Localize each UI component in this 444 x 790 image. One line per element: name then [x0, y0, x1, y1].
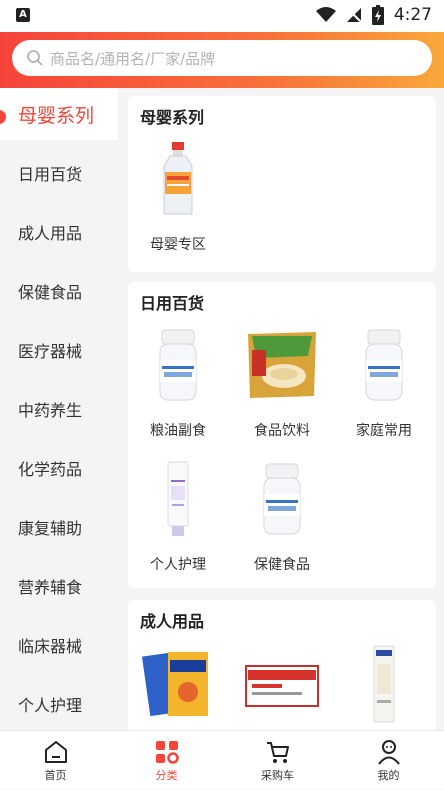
product-cell[interactable]: 母婴专区: [128, 140, 228, 254]
sidebar-item-label: 康复辅助: [18, 518, 83, 538]
sidebar-item-label: 保健食品: [18, 282, 83, 302]
cart-icon: [266, 742, 289, 763]
product-label: 保健食品: [254, 557, 310, 573]
product-cell[interactable]: 保健食品: [232, 460, 332, 574]
category-icon: [155, 741, 179, 764]
profile-icon: [377, 740, 400, 765]
tab-profile[interactable]: 我的: [333, 731, 444, 790]
status-right: 4:27: [315, 5, 432, 25]
tube-image: [167, 461, 189, 536]
sidebar-item-label: 母婴系列: [18, 104, 95, 127]
section-title: 母婴系列: [140, 108, 205, 127]
header: 商品名/通用名/厂家/品牌: [0, 32, 444, 88]
sidebar-item-linchuang[interactable]: 临床器械: [0, 615, 118, 674]
section-title: 成人用品: [140, 612, 205, 631]
search-input[interactable]: 商品名/通用名/厂家/品牌: [12, 40, 432, 76]
sidebar-item-label: 个人护理: [18, 695, 83, 715]
app-badge-icon: A: [16, 8, 30, 22]
product-cell[interactable]: [232, 644, 332, 724]
sidebar-item-yingyang[interactable]: 营养辅食: [0, 556, 118, 615]
section-chengren: 成人用品: [128, 600, 436, 730]
condom-box-image: [141, 651, 208, 717]
product-cell[interactable]: 粮油副食: [128, 326, 228, 440]
section-riyong: 日用百货 粮油副食 食品饮料 家庭常用 个人护理 保健食品: [128, 282, 436, 588]
red-box-image: [245, 665, 319, 707]
sidebar-item-muying[interactable]: 母婴系列: [0, 88, 118, 140]
sidebar-item-riyong[interactable]: 日用百货: [0, 143, 118, 202]
active-indicator: [0, 110, 6, 124]
tab-cart[interactable]: 采购车: [222, 731, 333, 790]
sidebar-item-label: 日用百货: [18, 164, 83, 184]
sidebar-item-baojian[interactable]: 保健食品: [0, 261, 118, 320]
pill-bottle-image: [365, 329, 403, 401]
product-cell[interactable]: [128, 644, 228, 724]
home-icon: [44, 741, 67, 763]
tab-label: 分类: [155, 769, 178, 782]
sidebar-item-zhongyao[interactable]: 中药养生: [0, 379, 118, 438]
product-label: 家庭常用: [356, 423, 412, 439]
no-signal-icon: [346, 8, 362, 23]
food-bag-image: [248, 332, 316, 398]
tab-label: 采购车: [261, 769, 294, 782]
section-muying: 母婴系列 母婴专区: [128, 96, 436, 272]
sidebar-item-chengren[interactable]: 成人用品: [0, 202, 118, 261]
product-cell[interactable]: 食品饮料: [232, 326, 332, 440]
search-icon: [27, 50, 43, 66]
product-cell[interactable]: 家庭常用: [334, 326, 434, 440]
pill-bottle-image: [159, 329, 197, 401]
sidebar-item-huaxue[interactable]: 化学药品: [0, 438, 118, 497]
product-label: 母婴专区: [150, 237, 206, 253]
sidebar-item-label: 临床器械: [18, 636, 83, 656]
product-cell[interactable]: 个人护理: [128, 460, 228, 574]
sidebar-item-label: 营养辅食: [18, 577, 83, 597]
product-label: 食品饮料: [254, 423, 310, 439]
search-placeholder: 商品名/通用名/厂家/品牌: [50, 49, 216, 68]
sidebar-item-label: 化学药品: [18, 459, 83, 479]
category-sidebar: 母婴系列 日用百货 成人用品 保健食品 医疗器械 中药养生 化学药品 康复辅助 …: [0, 88, 118, 730]
tab-label: 我的: [377, 769, 400, 782]
product-cell[interactable]: [334, 644, 434, 724]
status-bar: A 4:27: [0, 0, 444, 32]
battery-icon: [371, 5, 384, 25]
wifi-icon: [315, 7, 336, 22]
tab-home[interactable]: 首页: [0, 731, 111, 790]
pill-bottle-image: [263, 463, 301, 535]
tab-label: 首页: [44, 769, 67, 782]
product-label: 粮油副食: [150, 423, 206, 439]
category-content: 母婴系列 母婴专区 日用百货 粮油副食 食品饮料 家庭常用 个人护理 保健食品 …: [118, 88, 444, 730]
white-box-image: [373, 645, 395, 723]
sidebar-item-huli[interactable]: 个人护理: [0, 674, 118, 733]
bottom-tabbar: 首页 分类 采购车 我的: [0, 730, 444, 789]
product-label: 个人护理: [150, 557, 206, 573]
sidebar-item-label: 医疗器械: [18, 341, 83, 361]
section-title: 日用百货: [140, 294, 205, 313]
sidebar-item-label: 中药养生: [18, 400, 83, 420]
tab-category[interactable]: 分类: [111, 731, 222, 790]
status-time: 4:27: [393, 5, 432, 25]
bottle-product-image: [163, 142, 193, 215]
sidebar-item-label: 成人用品: [18, 223, 83, 243]
sidebar-item-kangfu[interactable]: 康复辅助: [0, 497, 118, 556]
sidebar-item-yiliao[interactable]: 医疗器械: [0, 320, 118, 379]
